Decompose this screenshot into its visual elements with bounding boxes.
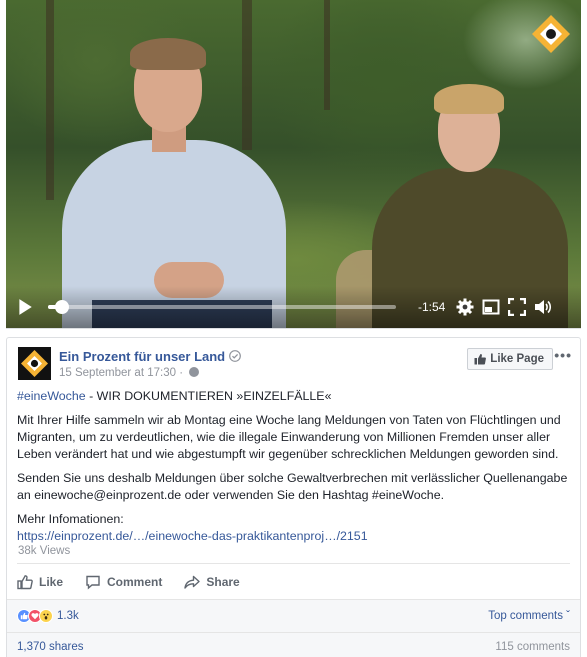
divider xyxy=(17,563,570,564)
reactions-bar: 1.3k Top comments ˇ xyxy=(7,599,580,632)
post-paragraph-1: Mit Ihrer Hilfe sammeln wir ab Montag ei… xyxy=(17,413,561,461)
reactions-summary[interactable]: 1.3k xyxy=(17,609,79,623)
post-meta: 15 September at 17:30 · xyxy=(59,367,200,379)
video-controls: -1:54 xyxy=(6,286,581,328)
page-avatar[interactable] xyxy=(18,347,51,380)
post-actions: Like Comment Share xyxy=(17,571,240,593)
post-link[interactable]: https://einprozent.de/…/einewoche-das-pr… xyxy=(17,528,570,545)
page-name[interactable]: Ein Prozent für unser Land xyxy=(59,349,225,364)
comment-label: Comment xyxy=(107,575,163,589)
settings-button[interactable] xyxy=(456,298,474,316)
headline-text: - WIR DOKUMENTIEREN »EINZELFÄLLE« xyxy=(85,389,332,403)
top-comments-dropdown[interactable]: Top comments ˇ xyxy=(488,610,570,622)
comment-icon xyxy=(86,575,100,590)
fullscreen-icon xyxy=(508,298,526,316)
share-label: Share xyxy=(206,575,240,589)
progress-scrubber[interactable] xyxy=(54,300,69,314)
brand-logo-icon xyxy=(532,15,570,53)
post-header: Ein Prozent für unser Land 15 September … xyxy=(7,338,580,384)
speaker-icon xyxy=(535,300,552,314)
verified-badge-icon xyxy=(229,350,242,362)
miniplayer-button[interactable] xyxy=(482,298,500,316)
share-icon xyxy=(184,575,201,589)
facebook-post: Ein Prozent für unser Land 15 September … xyxy=(6,337,581,657)
shares-count[interactable]: 1,370 shares xyxy=(17,641,84,653)
wow-reaction-icon xyxy=(39,609,53,623)
video-player[interactable]: -1:54 xyxy=(6,0,581,329)
globe-icon xyxy=(189,367,200,377)
meta-separator: · xyxy=(176,367,187,379)
volume-button[interactable] xyxy=(534,298,552,316)
share-button[interactable]: Share xyxy=(184,574,240,590)
video-progress-bar[interactable] xyxy=(48,300,396,314)
comment-button[interactable]: Comment xyxy=(85,574,162,590)
reactions-count[interactable]: 1.3k xyxy=(57,610,79,622)
play-icon xyxy=(19,299,32,315)
miniplayer-icon xyxy=(482,299,500,315)
like-page-label: Like Page xyxy=(490,353,544,365)
background-tree xyxy=(324,0,330,110)
person-left-hair xyxy=(130,38,206,70)
comments-count[interactable]: 115 comments xyxy=(495,641,570,653)
post-paragraph-2: Senden Sie uns deshalb Meldungen über so… xyxy=(17,471,568,502)
like-button[interactable]: Like xyxy=(17,574,63,590)
person-right-hair xyxy=(434,84,504,114)
more-info-label: Mehr Infomationen: xyxy=(17,512,124,526)
hashtag-link[interactable]: #eineWoche xyxy=(17,389,86,403)
background-tree xyxy=(46,0,54,200)
post-body: #eineWoche - WIR DOKUMENTIEREN »EINZELFÄ… xyxy=(7,384,580,545)
post-timestamp[interactable]: 15 September at 17:30 xyxy=(59,367,176,379)
thumbs-up-outline-icon xyxy=(17,575,33,590)
fullscreen-button[interactable] xyxy=(508,298,526,316)
shares-bar: 1,370 shares 115 comments xyxy=(7,632,580,657)
more-options-button[interactable]: ••• xyxy=(554,347,572,363)
thumbs-up-icon xyxy=(474,354,487,365)
background-tree xyxy=(242,0,252,150)
post-headline: #eineWoche - WIR DOKUMENTIEREN »EINZELFÄ… xyxy=(17,388,570,405)
play-button[interactable] xyxy=(16,298,34,316)
view-count: 38k Views xyxy=(18,545,71,557)
gear-icon xyxy=(456,298,474,316)
like-label: Like xyxy=(39,575,64,589)
like-page-button[interactable]: Like Page xyxy=(467,348,553,370)
time-remaining: -1:54 xyxy=(418,300,446,314)
page-name-link[interactable]: Ein Prozent für unser Land xyxy=(59,349,242,364)
